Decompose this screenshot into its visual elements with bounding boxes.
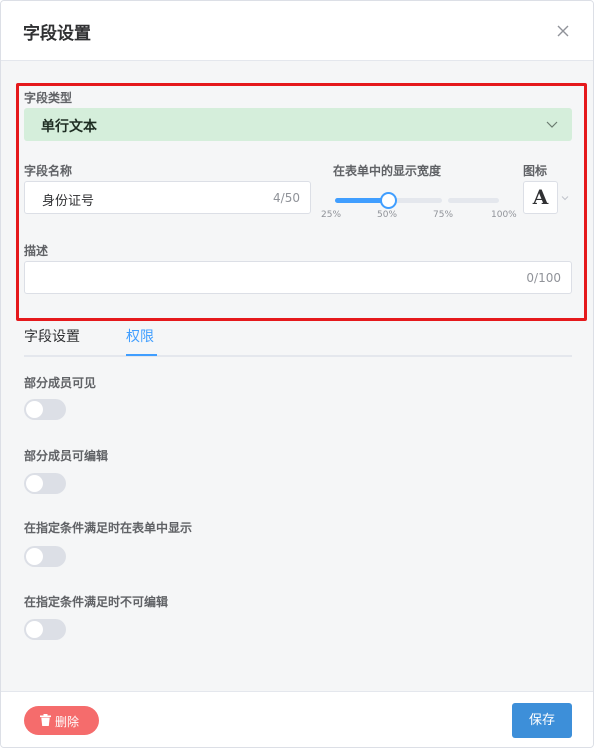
icon-picker[interactable]: A (523, 181, 558, 214)
width-tick-100[interactable]: 100% (491, 210, 517, 220)
toggle-conditional-show[interactable] (24, 546, 66, 567)
description-label: 描述 (24, 244, 49, 258)
field-type-value: 单行文本 (41, 119, 97, 135)
dialog-header: 字段设置 (1, 1, 593, 61)
description-input[interactable]: 0/100 (24, 261, 572, 294)
chevron-down-icon[interactable] (561, 194, 569, 202)
chevron-down-icon (546, 121, 558, 128)
display-width-label: 在表单中的显示宽度 (333, 164, 442, 178)
toggle-visible[interactable] (24, 399, 66, 420)
icon-label: 图标 (523, 164, 548, 178)
toggle-editable[interactable] (24, 473, 66, 494)
tab-active-indicator (126, 354, 157, 356)
save-button[interactable]: 保存 (512, 703, 572, 738)
perm-label-editable: 部分成员可编辑 (24, 449, 109, 463)
description-counter: 0/100 (526, 271, 561, 285)
close-icon[interactable] (554, 22, 572, 40)
delete-button[interactable]: 删除 (24, 706, 99, 735)
width-tick-25[interactable]: 25% (321, 210, 341, 220)
field-type-select[interactable]: 单行文本 (24, 108, 572, 141)
width-slider-handle[interactable] (380, 192, 397, 209)
tab-permissions[interactable]: 权限 (126, 326, 154, 346)
perm-label-conditional-readonly: 在指定条件满足时不可编辑 (24, 595, 169, 609)
tab-field-settings[interactable]: 字段设置 (24, 326, 80, 346)
toggle-knob (26, 475, 43, 492)
field-type-label: 字段类型 (24, 91, 73, 105)
width-tick-75[interactable]: 75% (433, 210, 453, 220)
perm-label-conditional-show: 在指定条件满足时在表单中显示 (24, 521, 193, 535)
toggle-conditional-readonly[interactable] (24, 619, 66, 640)
delete-button-label: 删除 (55, 715, 80, 729)
field-name-input[interactable]: 身份证号 4/50 (24, 181, 311, 214)
field-name-label: 字段名称 (24, 164, 73, 178)
width-tick-50[interactable]: 50% (377, 210, 397, 220)
trash-icon (40, 714, 51, 726)
width-slider-track-end[interactable] (448, 198, 499, 203)
field-settings-dialog: 字段设置 字段类型 单行文本 字段名称 身份证号 4/50 在表单中的显示宽度 … (0, 0, 594, 748)
toggle-knob (26, 548, 43, 565)
perm-label-visible: 部分成员可见 (24, 376, 97, 390)
field-name-counter: 4/50 (273, 191, 300, 205)
dialog-title: 字段设置 (23, 24, 91, 44)
tabs-divider (24, 355, 572, 357)
toggle-knob (26, 621, 43, 638)
toggle-knob (26, 401, 43, 418)
field-name-value: 身份证号 (42, 194, 95, 209)
